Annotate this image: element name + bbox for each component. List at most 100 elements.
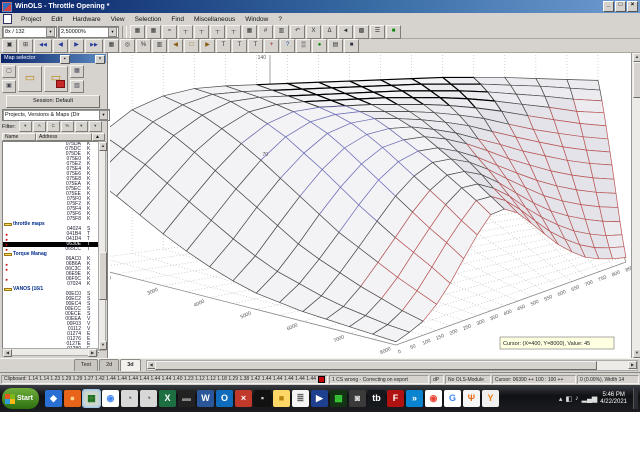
taskbar-app-icon[interactable]: × [234, 390, 252, 407]
taskbar-app-icon[interactable]: ● [63, 390, 81, 407]
scroll-down-icon[interactable]: ▼ [99, 341, 107, 350]
menu-item[interactable]: Window [240, 15, 273, 24]
taskbar-app-icon[interactable]: ▪ [253, 390, 271, 407]
scroll-right-icon[interactable]: ▶ [628, 361, 637, 369]
chevron-down-icon[interactable]: ▾ [46, 26, 55, 37]
toolbar-button[interactable]: ▣ [2, 38, 17, 53]
view-tab[interactable]: 2d [99, 359, 120, 371]
view-mode-combo[interactable]: 8x / 132 ▾ [2, 25, 57, 38]
taskbar-app-icon[interactable]: O [215, 390, 233, 407]
taskbar-app-icon[interactable]: Ψ [462, 390, 480, 407]
toolbar-button[interactable]: # [258, 24, 273, 39]
filter-button[interactable]: A [32, 121, 46, 132]
scroll-right-icon[interactable]: ▶ [88, 349, 97, 357]
taskbar-app-icon[interactable]: ▦ [81, 389, 101, 408]
taskbar-app-icon[interactable]: ◔ [139, 390, 157, 407]
taskbar-app-icon[interactable]: ◆ [44, 390, 62, 407]
taskbar-app-icon[interactable]: ▩ [329, 390, 347, 407]
minimize-button[interactable]: _ [603, 1, 614, 12]
open-project-button[interactable]: ▭ [18, 66, 42, 92]
scroll-up-icon[interactable]: ▲ [633, 53, 640, 62]
toolbar-button[interactable]: + [264, 38, 279, 53]
map-3d-view[interactable]: 0 50 100 150 200 250 300 350 400 450 500 550 600 650 7… [110, 53, 631, 358]
chevron-down-icon[interactable]: ▾ [99, 110, 108, 120]
menu-item[interactable]: ? [273, 15, 287, 24]
menu-item[interactable]: Hardware [67, 15, 105, 24]
filter-button[interactable]: ▾ [18, 121, 32, 132]
menu-item[interactable]: Edit [46, 15, 67, 24]
scrollbar-thumb[interactable] [154, 361, 597, 370]
tree-mode-combo[interactable]: Projects, Versions & Maps (Dir ▾ [2, 109, 110, 121]
taskbar-app-icon[interactable]: Y [481, 390, 499, 407]
menu-item[interactable]: Find [166, 15, 189, 24]
taskbar-app-icon[interactable]: F [386, 390, 404, 407]
toolbar-button[interactable]: ▦ [146, 24, 161, 39]
map-window-button[interactable]: ▦ [70, 65, 84, 78]
toolbar-button[interactable]: ┬ [178, 24, 193, 39]
tray-icon[interactable]: ♪ [575, 395, 579, 403]
toolbar-button[interactable]: ▦ [104, 38, 119, 53]
toolbar-button[interactable]: ▤ [328, 38, 343, 53]
toolbar-button[interactable]: ◎ [120, 38, 135, 53]
taskbar-clock[interactable]: 5:46 PM 4/22/2021 [600, 392, 630, 406]
menu-item[interactable]: Selection [130, 15, 167, 24]
menu-item[interactable]: View [106, 15, 130, 24]
maximize-button[interactable]: □ [615, 1, 626, 12]
view-tab[interactable]: Text [74, 359, 99, 371]
toolbar-button[interactable]: ◄ [338, 24, 353, 39]
taskbar-app-icon[interactable]: ■ [272, 390, 290, 407]
taskbar-app-icon[interactable]: X [158, 390, 176, 407]
toolbar-button[interactable]: ▶ [200, 38, 215, 53]
view-tab[interactable]: 3d [120, 359, 141, 371]
taskbar-app-icon[interactable]: ◉ [424, 390, 442, 407]
toolbar-button[interactable]: % [136, 38, 151, 53]
import-map-button[interactable]: ▭ [44, 66, 68, 92]
toolbar-button[interactable]: ◀ [53, 38, 68, 53]
chevron-down-icon[interactable]: ▾ [108, 26, 117, 37]
zoom-combo[interactable]: 2,50000% ▾ [58, 25, 119, 38]
scroll-down-icon[interactable]: ▼ [633, 349, 640, 358]
new-document-button[interactable]: ▢ [2, 65, 16, 78]
toolbar-button[interactable]: ◀◀ [34, 38, 52, 53]
toolbar-button[interactable]: T [232, 38, 247, 53]
toolbar-button[interactable]: ▶▶ [85, 38, 103, 53]
toolbar-button[interactable]: ◀ [168, 38, 183, 53]
toolbar-button[interactable]: ▦ [242, 24, 257, 39]
close-button[interactable]: × [627, 1, 638, 12]
close-map-button[interactable]: ▧ [70, 80, 84, 93]
sort-icon[interactable]: ▲ [92, 133, 105, 141]
taskbar-app-icon[interactable]: W [196, 390, 214, 407]
toolbar-button[interactable]: ▦ [130, 24, 145, 39]
show-desktop-button[interactable] [633, 388, 638, 409]
taskbar-app-icon[interactable]: ◔ [120, 390, 138, 407]
taskbar-app-icon[interactable]: ◉ [101, 390, 119, 407]
taskbar-app-icon[interactable]: ≣ [291, 390, 309, 407]
toolbar-button[interactable]: ┬ [210, 24, 225, 39]
save-button[interactable]: ▣ [2, 80, 16, 93]
toolbar-button[interactable]: ≈ [162, 24, 177, 39]
toolbar-button[interactable]: ▥ [274, 24, 289, 39]
close-icon[interactable]: × [95, 55, 105, 64]
taskbar-app-icon[interactable]: ▬ [177, 390, 195, 407]
toolbar-button[interactable]: T [248, 38, 263, 53]
scrollbar-thumb[interactable] [633, 62, 640, 98]
column-name[interactable]: Name [2, 133, 36, 141]
toolbar-button[interactable]: T [216, 38, 231, 53]
toolbar-button[interactable]: ⊞ [18, 38, 33, 53]
toolbar-button[interactable]: ┬ [194, 24, 209, 39]
taskbar-app-icon[interactable]: tb [367, 390, 385, 407]
filter-button[interactable]: ▾ [88, 121, 102, 132]
toolbar-button[interactable]: ┬ [226, 24, 241, 39]
taskbar-app-icon[interactable]: ▶ [310, 390, 328, 407]
scroll-left-icon[interactable]: ◀ [3, 349, 12, 357]
menu-item[interactable]: Miscellaneous [189, 15, 240, 24]
toolbar-button[interactable]: ↶ [290, 24, 305, 39]
column-address[interactable]: Address [36, 133, 92, 141]
title-bar[interactable]: WinOLS - Throttle Opening * _ □ × [0, 0, 640, 13]
start-button[interactable]: Start [2, 388, 39, 409]
pin-icon[interactable]: ▪ [59, 55, 70, 64]
tray-icon[interactable]: ◧ [565, 395, 572, 403]
chart-vertical-scrollbar[interactable]: ▲ ▼ [631, 53, 640, 358]
tray-icon[interactable]: ▂▄▆ [582, 395, 598, 403]
chart-horizontal-scrollbar[interactable]: ◀ ▶ [145, 360, 638, 371]
